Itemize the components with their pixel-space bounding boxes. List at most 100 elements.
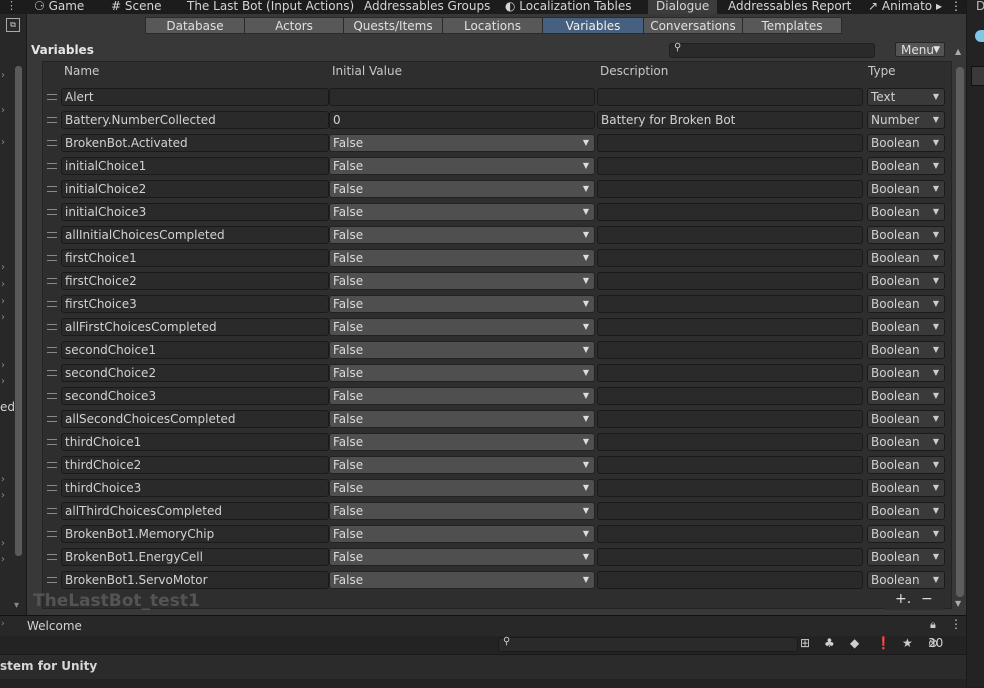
- drag-handle-icon[interactable]: [47, 255, 57, 261]
- initial-value-field[interactable]: False ▼: [329, 571, 595, 589]
- variable-name-field[interactable]: secondChoice2: [61, 364, 329, 382]
- type-dropdown[interactable]: Boolean ▼: [867, 548, 945, 566]
- error-icon[interactable]: ❗: [876, 636, 891, 650]
- drag-handle-icon[interactable]: [47, 117, 57, 123]
- variable-name-field[interactable]: BrokenBot1.MemoryChip: [61, 525, 329, 543]
- drag-handle-icon[interactable]: [47, 232, 57, 238]
- initial-value-field[interactable]: False ▼: [329, 180, 595, 198]
- drag-handle-icon[interactable]: [47, 439, 57, 445]
- chat-icon[interactable]: [975, 30, 984, 42]
- initial-value-field[interactable]: False ▼: [329, 364, 595, 382]
- initial-value-field[interactable]: False ▼: [329, 318, 595, 336]
- chevron-right-icon[interactable]: ›: [1, 312, 5, 323]
- drag-handle-icon[interactable]: [47, 347, 57, 353]
- description-field[interactable]: [597, 272, 863, 290]
- variable-name-field[interactable]: thirdChoice3: [61, 479, 329, 497]
- chevron-right-icon[interactable]: ›: [1, 279, 5, 290]
- tab-variables[interactable]: Variables: [542, 17, 644, 34]
- drag-handle-icon[interactable]: [47, 324, 57, 330]
- drag-handle-icon[interactable]: [47, 94, 57, 100]
- console-search-input[interactable]: ⚲: [498, 636, 798, 652]
- variable-name-field[interactable]: thirdChoice2: [61, 456, 329, 474]
- chevron-right-icon[interactable]: ›: [1, 360, 5, 371]
- more-options-icon[interactable]: ⋮: [950, 617, 962, 631]
- window-icon[interactable]: ⧉: [6, 18, 20, 32]
- description-field[interactable]: [597, 502, 863, 520]
- type-dropdown[interactable]: Boolean ▼: [867, 203, 945, 221]
- drag-handle-icon[interactable]: [47, 416, 57, 422]
- initial-value-field[interactable]: [329, 88, 595, 106]
- type-dropdown[interactable]: Boolean ▼: [867, 410, 945, 428]
- type-dropdown[interactable]: Boolean ▼: [867, 318, 945, 336]
- description-field[interactable]: [597, 318, 863, 336]
- initial-value-field[interactable]: False ▼: [329, 433, 595, 451]
- initial-value-field[interactable]: False ▼: [329, 203, 595, 221]
- tab-actors[interactable]: Actors: [244, 17, 344, 34]
- tab-quests-items[interactable]: Quests/Items: [343, 17, 443, 34]
- initial-value-field[interactable]: False ▼: [329, 157, 595, 175]
- type-dropdown[interactable]: Boolean ▼: [867, 341, 945, 359]
- search-input[interactable]: ⚲: [669, 42, 875, 58]
- drag-handle-icon[interactable]: [47, 163, 57, 169]
- variable-name-field[interactable]: allThirdChoicesCompleted: [61, 502, 329, 520]
- panel-handle[interactable]: [971, 66, 984, 86]
- search-options-icon[interactable]: ⊞: [800, 636, 810, 650]
- tab-scene[interactable]: # Scene: [111, 0, 161, 14]
- minus-icon[interactable]: −: [921, 591, 933, 607]
- variable-name-field[interactable]: allInitialChoicesCompleted: [61, 226, 329, 244]
- type-dropdown[interactable]: Boolean ▼: [867, 502, 945, 520]
- tab-templates[interactable]: Templates: [742, 17, 842, 34]
- initial-value-field[interactable]: False ▼: [329, 134, 595, 152]
- menu-button[interactable]: Menu ▼: [895, 42, 945, 57]
- description-field[interactable]: [597, 571, 863, 589]
- variable-name-field[interactable]: allSecondChoicesCompleted: [61, 410, 329, 428]
- type-dropdown[interactable]: Boolean ▼: [867, 180, 945, 198]
- type-dropdown[interactable]: Boolean ▼: [867, 272, 945, 290]
- drag-handle-icon[interactable]: [47, 278, 57, 284]
- tab-conversations[interactable]: Conversations: [643, 17, 743, 34]
- type-dropdown[interactable]: Boolean ▼: [867, 456, 945, 474]
- description-field[interactable]: Battery for Broken Bot: [597, 111, 863, 129]
- tab-addressables-groups[interactable]: Addressables Groups: [364, 0, 490, 14]
- variable-name-field[interactable]: initialChoice3: [61, 203, 329, 221]
- variable-name-field[interactable]: secondChoice1: [61, 341, 329, 359]
- initial-value-field[interactable]: False ▼: [329, 249, 595, 267]
- console-tab-label[interactable]: Welcome: [27, 619, 82, 633]
- more-options-icon[interactable]: ⋮: [950, 0, 962, 14]
- more-options-icon[interactable]: ⋮: [6, 0, 17, 12]
- type-dropdown[interactable]: Boolean ▼: [867, 387, 945, 405]
- lock-icon[interactable]: 🔒︎: [930, 618, 936, 632]
- variable-name-field[interactable]: Battery.NumberCollected: [61, 111, 329, 129]
- drag-handle-icon[interactable]: [47, 554, 57, 560]
- tab-locations[interactable]: Locations: [442, 17, 543, 34]
- initial-value-field[interactable]: False ▼: [329, 295, 595, 313]
- variable-name-field[interactable]: thirdChoice1: [61, 433, 329, 451]
- type-dropdown[interactable]: Boolean ▼: [867, 249, 945, 267]
- scroll-thumb[interactable]: [956, 67, 964, 597]
- initial-value-field[interactable]: False ▼: [329, 525, 595, 543]
- description-field[interactable]: [597, 548, 863, 566]
- initial-value-field[interactable]: False ▼: [329, 226, 595, 244]
- tab-addressables-report[interactable]: Addressables Report: [728, 0, 851, 14]
- type-dropdown[interactable]: Boolean ▼: [867, 295, 945, 313]
- tab-game[interactable]: ⚆ Game: [34, 0, 84, 14]
- chevron-right-icon[interactable]: ›: [1, 376, 5, 387]
- chevron-right-icon[interactable]: ›: [1, 70, 5, 81]
- description-field[interactable]: [597, 157, 863, 175]
- description-field[interactable]: [597, 433, 863, 451]
- chevron-right-icon[interactable]: ›: [1, 538, 5, 549]
- description-field[interactable]: [597, 364, 863, 382]
- variable-name-field[interactable]: Alert: [61, 88, 329, 106]
- tab-database[interactable]: Database: [145, 17, 245, 34]
- description-field[interactable]: [597, 387, 863, 405]
- description-field[interactable]: [597, 249, 863, 267]
- tab-localization-tables[interactable]: ◐ Localization Tables: [505, 0, 631, 14]
- type-dropdown[interactable]: Boolean ▼: [867, 226, 945, 244]
- drag-handle-icon[interactable]: [47, 140, 57, 146]
- description-field[interactable]: [597, 341, 863, 359]
- variable-name-field[interactable]: BrokenBot1.ServoMotor: [61, 571, 329, 589]
- description-field[interactable]: [597, 88, 863, 106]
- drag-handle-icon[interactable]: [47, 508, 57, 514]
- description-field[interactable]: [597, 479, 863, 497]
- tab-dialogue[interactable]: Dialogue: [648, 0, 718, 14]
